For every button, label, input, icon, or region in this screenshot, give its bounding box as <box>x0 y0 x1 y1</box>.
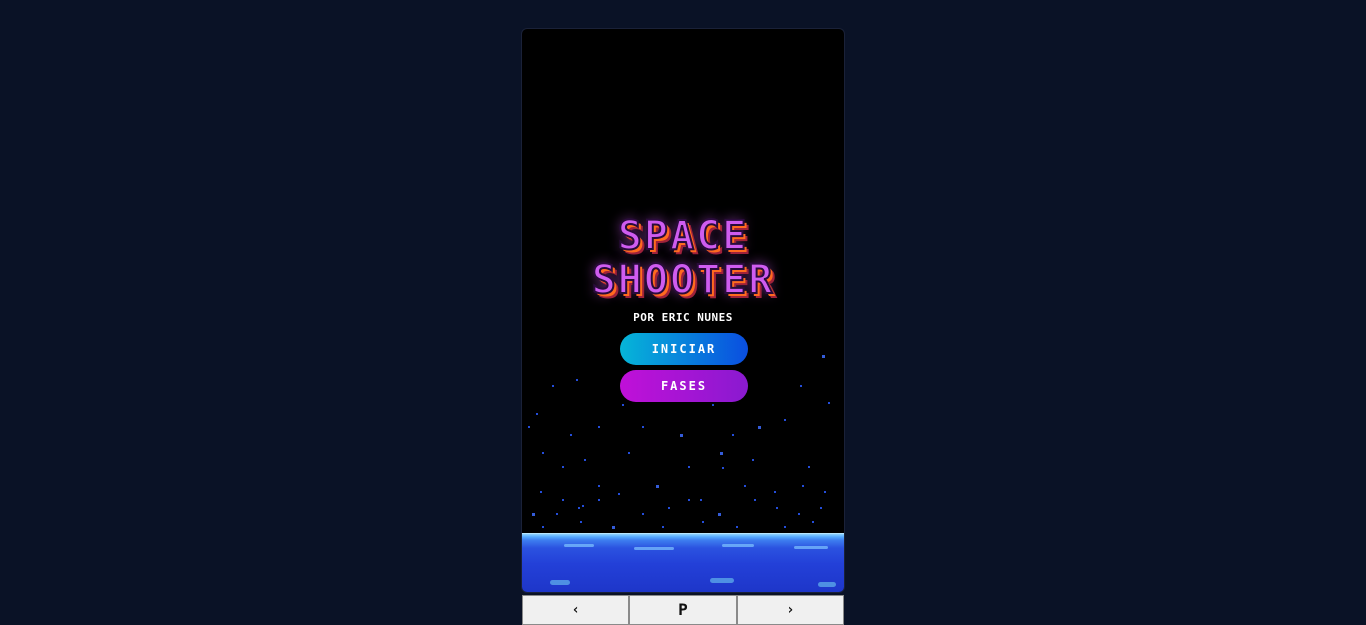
star <box>528 426 530 428</box>
star <box>668 507 670 509</box>
star <box>556 513 558 515</box>
move-left-button[interactable]: ‹ <box>522 595 630 625</box>
star <box>578 507 580 509</box>
star <box>784 526 786 528</box>
star <box>752 459 754 461</box>
star <box>700 499 702 501</box>
game-title: SPACE SHOOTER <box>522 213 844 303</box>
star <box>598 499 600 501</box>
star <box>732 434 734 436</box>
star <box>824 491 826 493</box>
game-title-line-2: SHOOTER <box>591 257 775 303</box>
star <box>798 513 800 515</box>
pause-button[interactable]: P <box>629 595 737 625</box>
star <box>722 467 724 469</box>
star <box>758 426 761 429</box>
star <box>598 485 600 487</box>
star <box>542 452 544 454</box>
star <box>628 452 630 454</box>
star <box>828 402 830 404</box>
star <box>822 355 825 358</box>
star <box>552 385 554 387</box>
star <box>688 466 690 468</box>
star <box>612 526 615 529</box>
author-credit: POR ERIC NUNES <box>633 311 733 324</box>
star <box>680 434 683 437</box>
star <box>536 413 538 415</box>
star <box>540 491 542 493</box>
star <box>776 507 778 509</box>
game-title-line-1: SPACE <box>617 213 749 259</box>
star <box>570 434 572 436</box>
star <box>744 485 746 487</box>
star <box>642 426 644 428</box>
move-right-button[interactable]: › <box>736 595 844 625</box>
star <box>736 526 738 528</box>
star <box>820 507 822 509</box>
star <box>576 379 578 381</box>
levels-button[interactable]: FASES <box>620 370 748 402</box>
star <box>718 513 721 516</box>
star <box>720 452 723 455</box>
star <box>662 526 664 528</box>
star <box>688 499 690 501</box>
star <box>580 521 582 523</box>
game-canvas[interactable]: SPACE SHOOTER POR ERIC NUNES INICIAR FAS… <box>521 28 845 593</box>
star <box>582 505 584 507</box>
planet-surface <box>522 533 844 592</box>
star <box>562 499 564 501</box>
star <box>774 491 776 493</box>
star <box>542 526 544 528</box>
star <box>754 499 756 501</box>
star <box>656 485 659 488</box>
star <box>562 466 564 468</box>
star <box>812 521 814 523</box>
star <box>622 404 624 406</box>
star <box>584 459 586 461</box>
star <box>618 493 620 495</box>
star <box>702 521 704 523</box>
star <box>808 466 810 468</box>
start-button[interactable]: INICIAR <box>620 333 748 365</box>
star <box>712 404 714 406</box>
control-bar: ‹ P › <box>522 595 844 625</box>
star <box>784 419 786 421</box>
star <box>802 485 804 487</box>
star <box>532 513 535 516</box>
star <box>800 385 802 387</box>
star <box>642 513 644 515</box>
star <box>598 426 600 428</box>
